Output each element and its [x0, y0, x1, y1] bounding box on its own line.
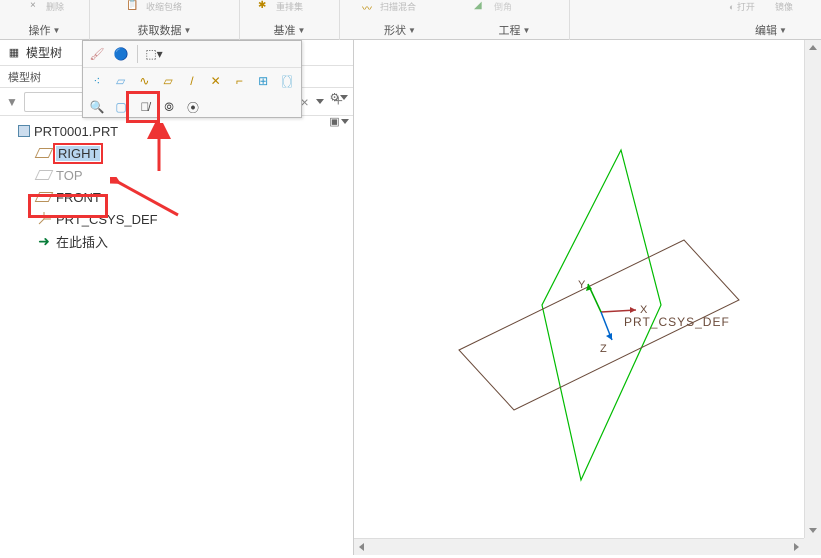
- tree-label-top: TOP: [56, 168, 83, 183]
- tree-label-insert: 在此插入: [56, 232, 108, 251]
- settings-dropdown[interactable]: ⚙: [327, 86, 351, 108]
- chevron-down-icon: ▼: [53, 26, 61, 35]
- ribbon-group-eng[interactable]: ◢ 倒角 工程 ▼: [460, 0, 570, 40]
- show-dashed-icon[interactable]: ⦾: [159, 97, 179, 117]
- sidebar-title: 模型树: [26, 44, 62, 61]
- appearance-icon[interactable]: 🔵: [111, 44, 131, 64]
- sweep-icon: 〰: [362, 0, 372, 15]
- tool-row-3: 🔍 ▢ 👁̸ ⦾ ⦿: [83, 94, 301, 120]
- tree-item-insert[interactable]: ➜ 在此插入: [0, 230, 353, 252]
- tree-root[interactable]: PRT0001.PRT: [0, 120, 353, 142]
- annotation-arrow-left: [110, 177, 180, 217]
- csys-graphic: X Y Z PRT_CSYS_DEF: [578, 279, 730, 355]
- tree-label-right: RIGHT: [56, 146, 100, 161]
- chevron-down-icon: ▼: [408, 26, 416, 35]
- plane-hidden-icon: [35, 170, 54, 180]
- sidebar: ▦ 模型树 🖌 🔵 ⬚▾ ⁖ ▱ ∿ ▱ / ✕ ⌐ ⊞ 〖〗: [0, 40, 354, 555]
- hint-open: ◐ 打开: [729, 0, 755, 13]
- axis-z-label: Z: [600, 343, 607, 355]
- chevron-down-icon: ▼: [779, 26, 787, 35]
- show-dropdown[interactable]: ▣: [327, 110, 351, 132]
- annotation-red-box-right: [28, 194, 108, 218]
- ribbon-group-edit[interactable]: ◐ 打开 镜像 编辑 ▼: [721, 0, 821, 40]
- ribbon-group-operation[interactable]: × 删除 操作 ▼: [0, 0, 90, 40]
- hint-sweep: 扫描混合: [380, 0, 416, 13]
- ribbon-group-datum[interactable]: ✱ 重排集 基准 ▼: [240, 0, 340, 40]
- funnel-icon[interactable]: ▼: [6, 95, 18, 109]
- hint-chamfer: 倒角: [494, 0, 512, 13]
- scrollbar-horizontal[interactable]: [354, 538, 804, 555]
- axis-y-label: Y: [578, 279, 586, 291]
- tree-root-label: PRT0001.PRT: [34, 124, 118, 139]
- axis-icon[interactable]: /: [182, 71, 202, 91]
- ribbon: × 删除 操作 ▼ 📋 收缩包络 获取数据 ▼ ✱ 重排集 基准 ▼ 〰 扫描混…: [0, 0, 821, 40]
- ribbon-label-eng: 工程: [499, 22, 521, 38]
- brush-icon[interactable]: 🖌: [87, 44, 107, 64]
- ribbon-group-getdata[interactable]: 📋 收缩包络 获取数据 ▼: [90, 0, 240, 40]
- filter-dropdown-icon[interactable]: [316, 99, 324, 104]
- csys-small-icon: ✱: [258, 0, 266, 11]
- tree-icon[interactable]: ▦: [6, 45, 22, 61]
- sidebar-sub-title: 模型树: [8, 69, 41, 85]
- plane-icon: [35, 148, 54, 158]
- shrinkwrap-icon: 📋: [126, 0, 138, 11]
- scrollbar-corner: [804, 538, 821, 555]
- point-icon[interactable]: ⁖: [87, 71, 107, 91]
- hint-shrinkwrap: 收缩包络: [146, 0, 182, 13]
- viewport-3d[interactable]: X Y Z PRT_CSYS_DEF: [354, 40, 821, 555]
- curve-icon[interactable]: ∿: [135, 71, 155, 91]
- ribbon-label-getdata: 获取数据: [138, 22, 182, 38]
- annotation-red-box-hide: [126, 91, 160, 123]
- hint-mirror: 镜像: [775, 0, 793, 13]
- chevron-down-icon: ▼: [298, 26, 306, 35]
- zoom-sel-icon[interactable]: 🔍: [87, 97, 107, 117]
- hint-reorder: 重排集: [276, 0, 303, 13]
- scrollbar-vertical[interactable]: [804, 40, 821, 538]
- csys-label: PRT_CSYS_DEF: [624, 315, 730, 329]
- part-icon: [18, 125, 30, 137]
- pnt-x-icon[interactable]: ✕: [206, 71, 226, 91]
- sidebar-side-buttons: ⚙ ▣: [325, 86, 353, 132]
- ribbon-label-shape: 形状: [384, 22, 406, 38]
- viewport-canvas: X Y Z PRT_CSYS_DEF: [354, 40, 821, 555]
- hint-delete: 删除: [46, 0, 64, 13]
- chevron-down-icon: ▼: [523, 26, 531, 35]
- tool-row-2: ⁖ ▱ ∿ ▱ / ✕ ⌐ ⊞ 〖〗: [83, 67, 301, 94]
- tool-row-1: 🖌 🔵 ⬚▾: [83, 41, 301, 67]
- insert-here-icon: ➜: [36, 235, 52, 247]
- context-tool-panel: 🖌 🔵 ⬚▾ ⁖ ▱ ∿ ▱ / ✕ ⌐ ⊞ 〖〗 🔍 ▢ 👁̸ ⦾: [82, 40, 302, 118]
- grid-icon[interactable]: ⊞: [253, 71, 273, 91]
- csys-icon[interactable]: ⌐: [230, 71, 250, 91]
- hide-dashed-icon[interactable]: ⦿: [183, 97, 203, 117]
- tree-item-right[interactable]: RIGHT: [0, 142, 353, 164]
- main-area: ▦ 模型树 🖌 🔵 ⬚▾ ⁖ ▱ ∿ ▱ / ✕ ⌐ ⊞ 〖〗: [0, 40, 821, 555]
- plane-small-icon[interactable]: ▱: [158, 71, 178, 91]
- delete-icon: ×: [30, 0, 36, 11]
- ribbon-group-shape[interactable]: 〰 扫描混合 形状 ▼: [340, 0, 460, 40]
- cube-icon[interactable]: ▱: [111, 71, 131, 91]
- ribbon-label-edit: 编辑: [755, 22, 777, 38]
- brackets-icon[interactable]: 〖〗: [277, 71, 297, 91]
- param-icon[interactable]: ⬚▾: [144, 44, 164, 64]
- ribbon-label-operation: 操作: [29, 22, 51, 38]
- ribbon-label-datum: 基准: [274, 22, 296, 38]
- chevron-down-icon: ▼: [184, 26, 192, 35]
- chamfer-icon: ◢: [474, 0, 482, 11]
- annotation-arrow-down: [144, 123, 174, 173]
